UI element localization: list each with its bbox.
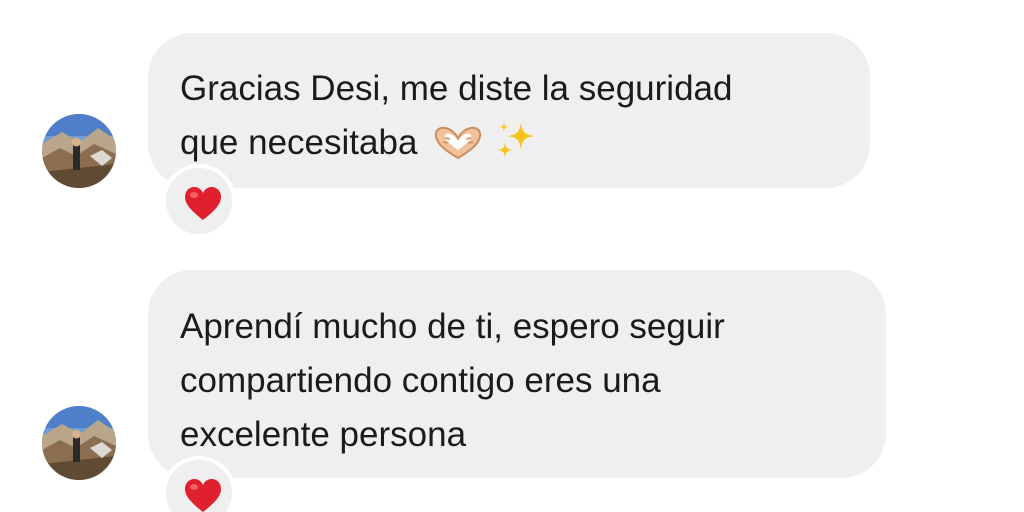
heart-icon — [185, 479, 221, 512]
message-line-text: que necesitaba — [180, 123, 418, 162]
sender-avatar[interactable] — [42, 114, 116, 188]
message-line: Gracias Desi, me diste la seguridad — [180, 69, 733, 108]
sparkles-icon — [493, 118, 539, 180]
message-line-with-emoji: que necesitaba — [180, 116, 870, 180]
message-line: compartiendo contigo eres una — [180, 361, 661, 400]
heart-reaction[interactable] — [162, 164, 236, 238]
chat-thread: Gracias Desi, me diste la seguridad que … — [0, 0, 1024, 512]
avatar-photo-icon — [42, 114, 116, 188]
avatar-photo-icon — [42, 406, 116, 480]
heart-hands-icon — [433, 122, 483, 176]
message-bubble[interactable]: Gracias Desi, me diste la seguridad que … — [148, 33, 870, 188]
message-line: Aprendí mucho de ti, espero seguir — [180, 307, 725, 346]
message-bubble[interactable]: Aprendí mucho de ti, espero seguir compa… — [148, 270, 886, 478]
message-line: excelente persona — [180, 415, 467, 454]
sender-avatar[interactable] — [42, 406, 116, 480]
heart-icon — [185, 187, 221, 220]
